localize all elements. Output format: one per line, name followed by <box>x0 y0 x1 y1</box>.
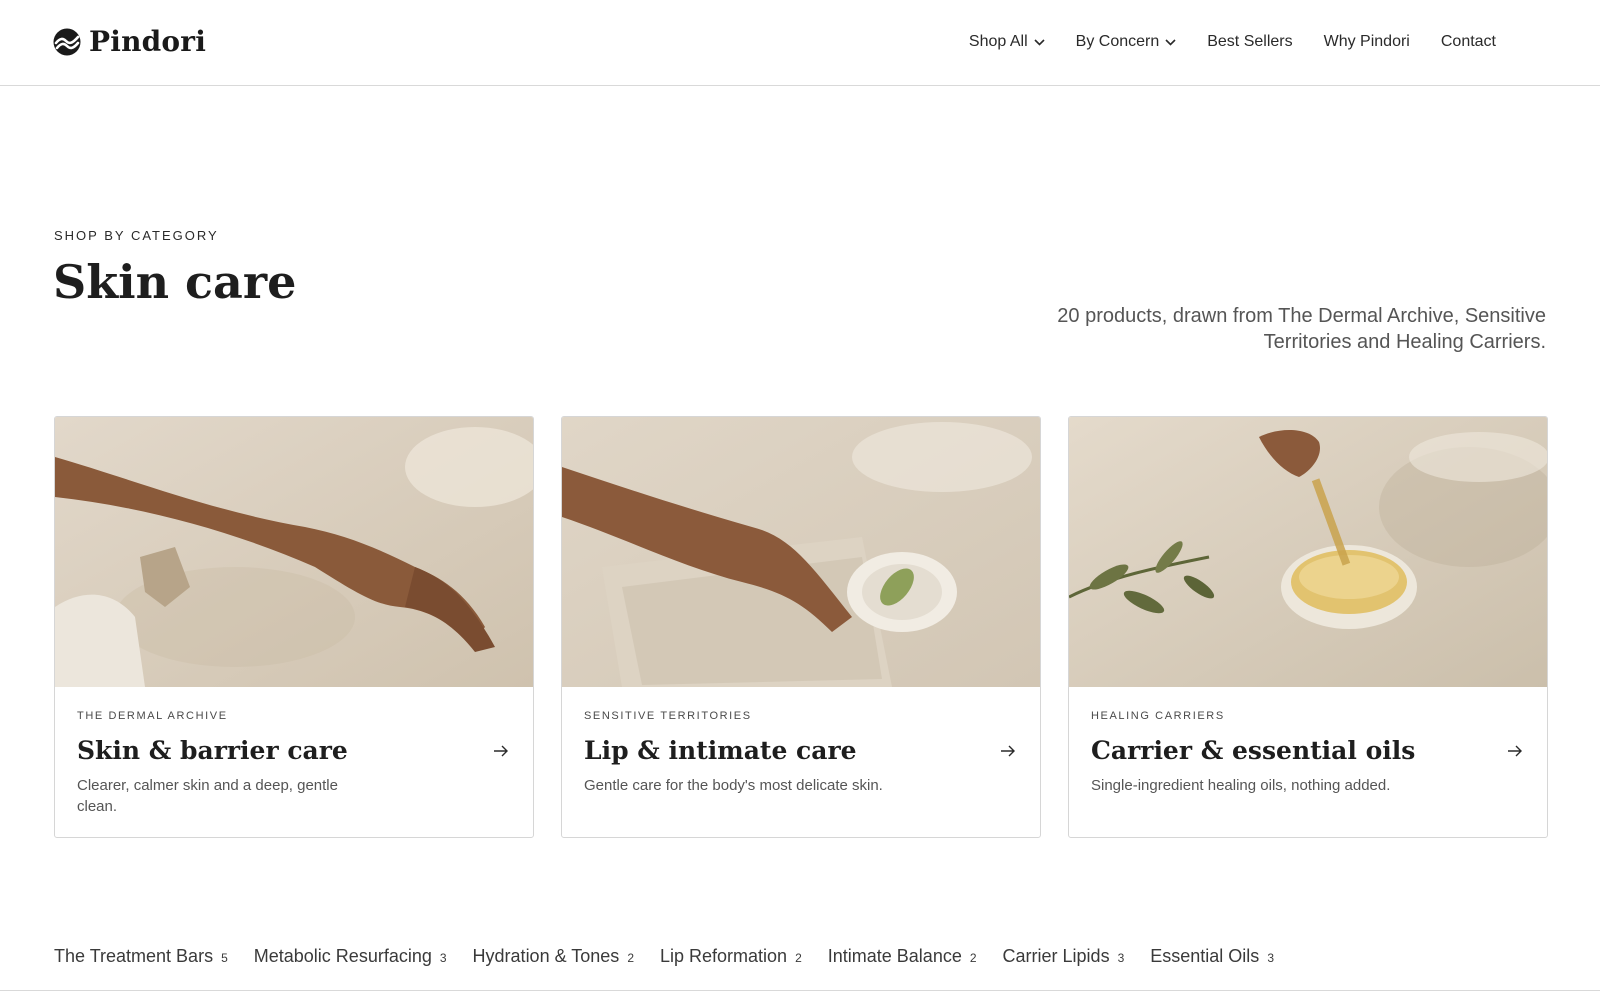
card-description: Clearer, calmer skin and a deep, gentle … <box>77 777 338 815</box>
card-eyebrow: HEALING CARRIERS <box>1091 710 1225 722</box>
site-header: Pindori Shop All By Concern Best Sellers… <box>0 0 1600 86</box>
nav-label: Why Pindori <box>1323 33 1410 50</box>
brand-name: Pindori <box>89 25 207 58</box>
subcategory-label: Carrier Lipids <box>1002 946 1110 966</box>
card-eyebrow: SENSITIVE TERRITORIES <box>584 710 752 722</box>
hand-dropper-oil-bowl-image <box>1069 417 1547 687</box>
divider <box>0 990 1600 991</box>
nav-best-sellers[interactable]: Best Sellers <box>1207 32 1292 52</box>
arm-in-water-on-stone-image <box>55 417 533 687</box>
category-card-skin-barrier[interactable]: THE DERMAL ARCHIVE Skin & barrier care C… <box>54 416 534 838</box>
nav-why-pindori[interactable]: Why Pindori <box>1324 32 1410 52</box>
category-cards: THE DERMAL ARCHIVE Skin & barrier care C… <box>54 416 1548 838</box>
nav-label: Contact <box>1440 33 1496 50</box>
subcategory-metabolic-resurfacing[interactable]: Metabolic Resurfacing 3 <box>254 946 447 967</box>
subcategory-count: 3 <box>1267 951 1274 965</box>
subcategory-hydration-tones[interactable]: Hydration & Tones 2 <box>473 946 634 967</box>
subcategory-label: Metabolic Resurfacing <box>253 946 432 966</box>
card-title: Lip & intimate care <box>584 736 857 765</box>
page-title: Skin care <box>53 255 297 309</box>
subcategory-label: The Treatment Bars <box>54 946 214 966</box>
nav-label: Shop All <box>968 33 1028 50</box>
nav-contact[interactable]: Contact <box>1441 32 1496 52</box>
subcategory-nav: The Treatment Bars 5 Metabolic Resurfaci… <box>54 946 1274 967</box>
subcategory-count: 5 <box>221 951 228 965</box>
brand-logo[interactable]: Pindori <box>53 26 206 58</box>
card-eyebrow: THE DERMAL ARCHIVE <box>77 710 228 722</box>
card-body: THE DERMAL ARCHIVE Skin & barrier care C… <box>55 687 533 837</box>
subcategory-count: 2 <box>795 951 802 965</box>
main-nav: Shop All By Concern Best Sellers Why Pin… <box>969 32 1496 52</box>
subcategory-treatment-bars[interactable]: The Treatment Bars 5 <box>54 946 228 967</box>
card-body: HEALING CARRIERS Carrier & essential oil… <box>1069 687 1547 837</box>
category-card-lip-intimate[interactable]: SENSITIVE TERRITORIES Lip & intimate car… <box>561 416 1041 838</box>
nav-by-concern[interactable]: By Concern <box>1076 32 1177 52</box>
nav-label: Best Sellers <box>1207 33 1293 50</box>
arrow-right-icon[interactable] <box>493 744 509 758</box>
category-intro: 20 products, drawn from The Dermal Archi… <box>1057 305 1546 353</box>
pindori-logo-icon <box>53 28 81 56</box>
subcategory-count: 3 <box>439 951 447 965</box>
subcategory-intimate-balance[interactable]: Intimate Balance 2 <box>828 946 977 967</box>
card-title: Carrier & essential oils <box>1091 736 1416 765</box>
subcategory-count: 2 <box>969 951 977 965</box>
subcategory-label: Intimate Balance <box>827 946 962 966</box>
subcategory-carrier-lipids[interactable]: Carrier Lipids 3 <box>1003 946 1125 967</box>
chevron-down-icon <box>1165 38 1176 46</box>
chevron-down-icon <box>1034 38 1045 46</box>
subcategory-essential-oils[interactable]: Essential Oils 3 <box>1150 946 1274 967</box>
arrow-right-icon[interactable] <box>1507 744 1523 758</box>
card-description: Gentle care for the body's most delicate… <box>584 777 883 794</box>
nav-shop-all[interactable]: Shop All <box>969 32 1045 52</box>
section-eyebrow: SHOP BY CATEGORY <box>54 228 219 243</box>
subcategory-count: 2 <box>627 951 634 965</box>
subcategory-lip-reformation[interactable]: Lip Reformation 2 <box>660 946 802 967</box>
subcategory-label: Hydration & Tones <box>472 946 620 966</box>
nav-label: By Concern <box>1075 33 1160 50</box>
arrow-right-icon[interactable] <box>1000 744 1016 758</box>
subcategory-label: Essential Oils <box>1150 946 1260 966</box>
subcategory-count: 3 <box>1117 951 1125 965</box>
subcategory-label: Lip Reformation <box>660 946 788 966</box>
category-card-carrier-oils[interactable]: HEALING CARRIERS Carrier & essential oil… <box>1068 416 1548 838</box>
card-description: Single-ingredient healing oils, nothing … <box>1091 777 1391 794</box>
card-body: SENSITIVE TERRITORIES Lip & intimate car… <box>562 687 1040 837</box>
hand-on-linen-with-aloe-dish-image <box>562 417 1040 687</box>
card-title: Skin & barrier care <box>77 736 348 765</box>
